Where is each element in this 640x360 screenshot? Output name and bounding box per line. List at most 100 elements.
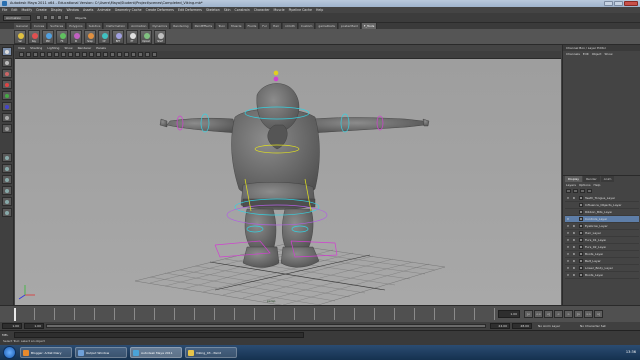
taskbar-item-blogger-artist-diary[interactable]: Blogger: Artist Diary: [20, 347, 72, 358]
step-forward-key-button[interactable]: >>: [584, 310, 593, 318]
go-to-end-button[interactable]: >|: [594, 310, 603, 318]
shelf-button-cp[interactable]: CP: [98, 30, 110, 44]
layer-row[interactable]: V Controls_Layer: [565, 216, 639, 223]
open-scene-icon[interactable]: [43, 15, 48, 20]
layer-tab-anim[interactable]: Anim: [600, 176, 615, 182]
layer-color-swatch[interactable]: [579, 238, 583, 242]
playback-end-field[interactable]: 24.00: [490, 323, 510, 329]
taskbar-item-output-window[interactable]: Output Window: [75, 347, 127, 358]
range-slider-bar[interactable]: [46, 324, 486, 328]
layer-display-type-toggle[interactable]: R: [571, 259, 577, 263]
shelf-button-pt[interactable]: PT: [126, 30, 138, 44]
animation-end-field[interactable]: 48.00: [512, 323, 532, 329]
smooth-shade-icon[interactable]: [103, 52, 108, 57]
persp-outliner-layout-icon[interactable]: [2, 175, 12, 184]
field-chart-icon[interactable]: [75, 52, 80, 57]
hypershade-layout-icon[interactable]: [2, 197, 12, 206]
film-gate-icon[interactable]: [54, 52, 59, 57]
layer-visibility-toggle[interactable]: V: [565, 217, 571, 221]
safe-action-icon[interactable]: [82, 52, 87, 57]
layer-color-swatch[interactable]: [579, 266, 583, 270]
lasso-tool-icon[interactable]: [2, 58, 12, 67]
channel-box-menu-object[interactable]: Object: [592, 51, 602, 57]
layer-color-swatch[interactable]: [579, 217, 583, 221]
shelf-button-sel[interactable]: Sel: [14, 30, 26, 44]
channel-box-menu-channels[interactable]: Channels: [566, 51, 580, 57]
gate-mask-icon[interactable]: [68, 52, 73, 57]
current-frame-field[interactable]: 1.00: [498, 310, 520, 318]
manipulator-tool-icon[interactable]: [2, 113, 12, 122]
shelf-button-key[interactable]: Key: [28, 30, 40, 44]
layer-color-swatch[interactable]: [579, 210, 583, 214]
anim-layer-dropdown[interactable]: No Anim Layer: [538, 323, 560, 329]
taskbar-item-viking-03-paint[interactable]: Viking_03 - Paint: [185, 347, 237, 358]
time-slider-ticks[interactable]: [14, 308, 495, 321]
single-perspective-layout-icon[interactable]: [2, 153, 12, 162]
two-d-pan-zoom-icon[interactable]: [40, 52, 45, 57]
shelf-button-snap[interactable]: Snap: [84, 30, 96, 44]
maximize-button[interactable]: [614, 1, 623, 6]
layer-row[interactable]: V R Belt_Layer: [565, 258, 639, 265]
layer-row[interactable]: V R Boots_Layer: [565, 251, 639, 258]
channel-box-menu-show[interactable]: Show: [604, 51, 612, 57]
current-time-marker[interactable]: [14, 308, 16, 321]
layer-row[interactable]: V R Eyebrow_Layer: [565, 223, 639, 230]
layer-row[interactable]: V R Teeth_Tongue_Layer: [565, 195, 639, 202]
step-back-key-button[interactable]: <<: [534, 310, 543, 318]
scale-tool-icon[interactable]: [2, 102, 12, 111]
shelf-button-shelf[interactable]: Shelf: [154, 30, 166, 44]
minimize-button[interactable]: [604, 1, 613, 6]
move-tool-icon[interactable]: [2, 80, 12, 89]
layer-display-type-toggle[interactable]: R: [571, 238, 577, 242]
grid-icon[interactable]: [47, 52, 52, 57]
shelf-button-ik[interactable]: IK: [70, 30, 82, 44]
layer-display-type-toggle[interactable]: R: [571, 273, 577, 277]
layer-menu-help[interactable]: Help: [594, 182, 601, 188]
select-hierarchy-icon[interactable]: [57, 15, 62, 20]
persp-graph-layout-icon[interactable]: [2, 186, 12, 195]
playback-start-field[interactable]: 1.00: [24, 323, 44, 329]
layer-row[interactable]: V R Lower_Body_Layer: [565, 265, 639, 272]
layer-color-swatch[interactable]: [579, 203, 583, 207]
play-backwards-button[interactable]: <: [554, 310, 563, 318]
layer-color-swatch[interactable]: [579, 231, 583, 235]
layer-row[interactable]: Ribbon_Bits_Layer: [565, 209, 639, 216]
layer-color-swatch[interactable]: [579, 245, 583, 249]
layer-color-swatch[interactable]: [579, 252, 583, 256]
go-to-start-button[interactable]: |<: [524, 310, 533, 318]
xray-joints-icon[interactable]: [152, 52, 157, 57]
shelf-button-fk[interactable]: FK: [56, 30, 68, 44]
layer-row[interactable]: V R Furs_02_Layer: [565, 244, 639, 251]
camera-attributes-icon[interactable]: [19, 52, 24, 57]
move-layer-up-icon[interactable]: [566, 189, 571, 193]
move-layer-down-icon[interactable]: [573, 189, 578, 193]
outliner-layout-icon[interactable]: [2, 208, 12, 217]
shelf-button-upload[interactable]: Upload: [140, 30, 152, 44]
layer-display-type-toggle[interactable]: R: [571, 224, 577, 228]
isolate-select-icon[interactable]: [138, 52, 143, 57]
image-plane-icon[interactable]: [33, 52, 38, 57]
layer-color-swatch[interactable]: [579, 273, 583, 277]
new-empty-layer-icon[interactable]: [580, 189, 585, 193]
layer-row[interactable]: Influence_Objects_Layer: [565, 202, 639, 209]
layer-color-swatch[interactable]: [579, 196, 583, 200]
select-object-icon[interactable]: [64, 15, 69, 20]
rotate-tool-icon[interactable]: [2, 91, 12, 100]
paint-select-tool-icon[interactable]: [2, 69, 12, 78]
shelf-button-mirr[interactable]: Mirr: [42, 30, 54, 44]
layer-row[interactable]: V R Boots_Layer: [565, 272, 639, 279]
select-tool-icon[interactable]: [2, 47, 12, 56]
layer-display-type-toggle[interactable]: R: [571, 196, 577, 200]
shadows-icon[interactable]: [131, 52, 136, 57]
xray-icon[interactable]: [145, 52, 150, 57]
menu-set-dropdown[interactable]: Animation: [3, 15, 31, 21]
layer-display-type-toggle[interactable]: R: [571, 252, 577, 256]
layer-color-swatch[interactable]: [579, 259, 583, 263]
layer-display-type-toggle[interactable]: R: [571, 231, 577, 235]
lights-icon[interactable]: [124, 52, 129, 57]
close-button[interactable]: [624, 1, 638, 6]
save-scene-icon[interactable]: [50, 15, 55, 20]
wireframe-icon[interactable]: [96, 52, 101, 57]
textured-icon[interactable]: [117, 52, 122, 57]
step-forward-frame-button[interactable]: |>: [574, 310, 583, 318]
